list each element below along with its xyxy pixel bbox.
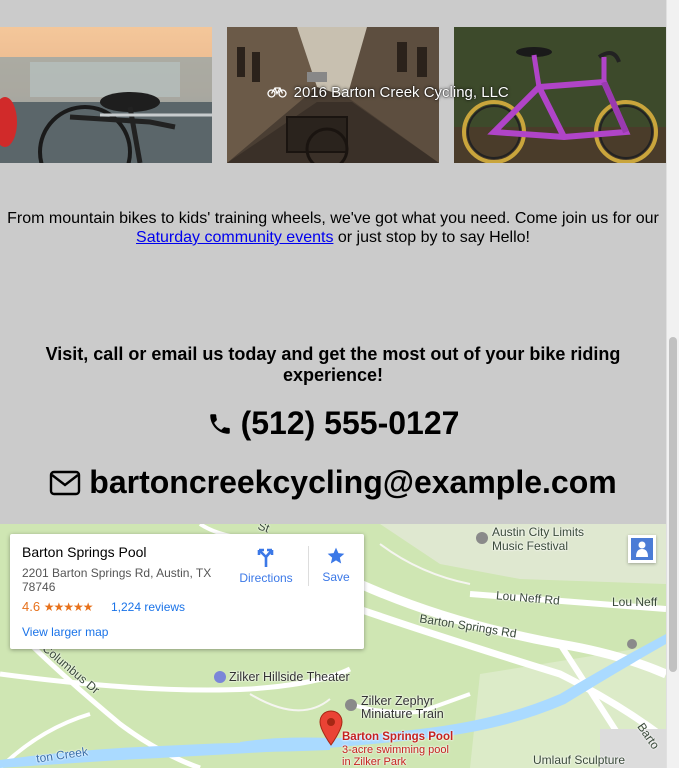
directions-button[interactable]: Directions	[235, 544, 297, 585]
contact-cta-heading: Visit, call or email us today and get th…	[45, 344, 621, 385]
bicycle-icon	[267, 85, 291, 100]
rating-value: 4.6	[22, 599, 41, 614]
save-button[interactable]: Save	[316, 544, 356, 584]
card-divider	[308, 546, 309, 586]
map-label-festival-line2: Music Festival	[492, 539, 569, 553]
envelope-icon	[50, 470, 81, 496]
place-info-card: Barton Springs Pool 2201 Barton Springs …	[10, 534, 364, 649]
intro-text-before: From mountain bikes to kids' training wh…	[7, 210, 659, 227]
copyright-text: 2016 Barton Creek Cycling, LLC	[293, 84, 509, 101]
map-label-hillside-theater: Zilker Hillside Theater	[229, 670, 350, 684]
email-line: bartoncreekcycling@example.com	[0, 464, 666, 501]
rating-stars-icon: ★★★★★	[43, 600, 94, 614]
place-title: Barton Springs Pool	[22, 544, 147, 560]
map-label-festival-line1: Austin City Limits	[492, 525, 585, 539]
map-pin-icon[interactable]	[319, 710, 343, 746]
star-icon	[327, 547, 345, 564]
reviews-link[interactable]: 1,224 reviews	[111, 600, 185, 614]
directions-label: Directions	[239, 571, 293, 585]
email-address[interactable]: bartoncreekcycling@example.com	[89, 464, 616, 500]
map-label-lou-neff-2: Lou Neff	[612, 595, 658, 609]
place-rating: 4.6 ★★★★★	[22, 599, 93, 614]
map-pin-title[interactable]: Barton Springs Pool	[342, 731, 453, 743]
map-label-festival: Austin City Limits Music Festival	[492, 525, 584, 553]
intro-text-after: or just stop by to say Hello!	[333, 229, 530, 246]
pegman-icon	[631, 538, 653, 560]
saturday-events-link[interactable]: Saturday community events	[136, 229, 333, 246]
directions-icon	[257, 548, 274, 567]
map-label-umlauf: Umlauf Sculpture	[533, 753, 626, 767]
map-pin-subtitle: 3-acre swimming pool in Zilker Park	[342, 744, 449, 768]
phone-line: (512) 555-0127	[0, 405, 666, 442]
place-address: 2201 Barton Springs Rd, Austin, TX 78746	[22, 566, 212, 594]
intro-paragraph: From mountain bikes to kids' training wh…	[0, 209, 666, 247]
copyright-notice: 2016 Barton Creek Cycling, LLC	[267, 84, 509, 101]
phone-number[interactable]: (512) 555-0127	[241, 405, 460, 441]
phone-icon	[209, 414, 230, 434]
street-view-pegman-button[interactable]	[628, 535, 656, 563]
page-scrollbar-thumb[interactable]	[669, 337, 677, 672]
view-larger-map-link[interactable]: View larger map	[22, 625, 108, 639]
map-label-zephyr-line2: Miniature Train	[361, 707, 444, 721]
save-label: Save	[322, 570, 350, 584]
map-label-zephyr: Zilker Zephyr Miniature Train	[361, 695, 444, 721]
embedded-map[interactable]: Austin City Limits Music Festival Lou Ne…	[0, 524, 666, 768]
gallery-photo-city-bike	[0, 27, 212, 163]
